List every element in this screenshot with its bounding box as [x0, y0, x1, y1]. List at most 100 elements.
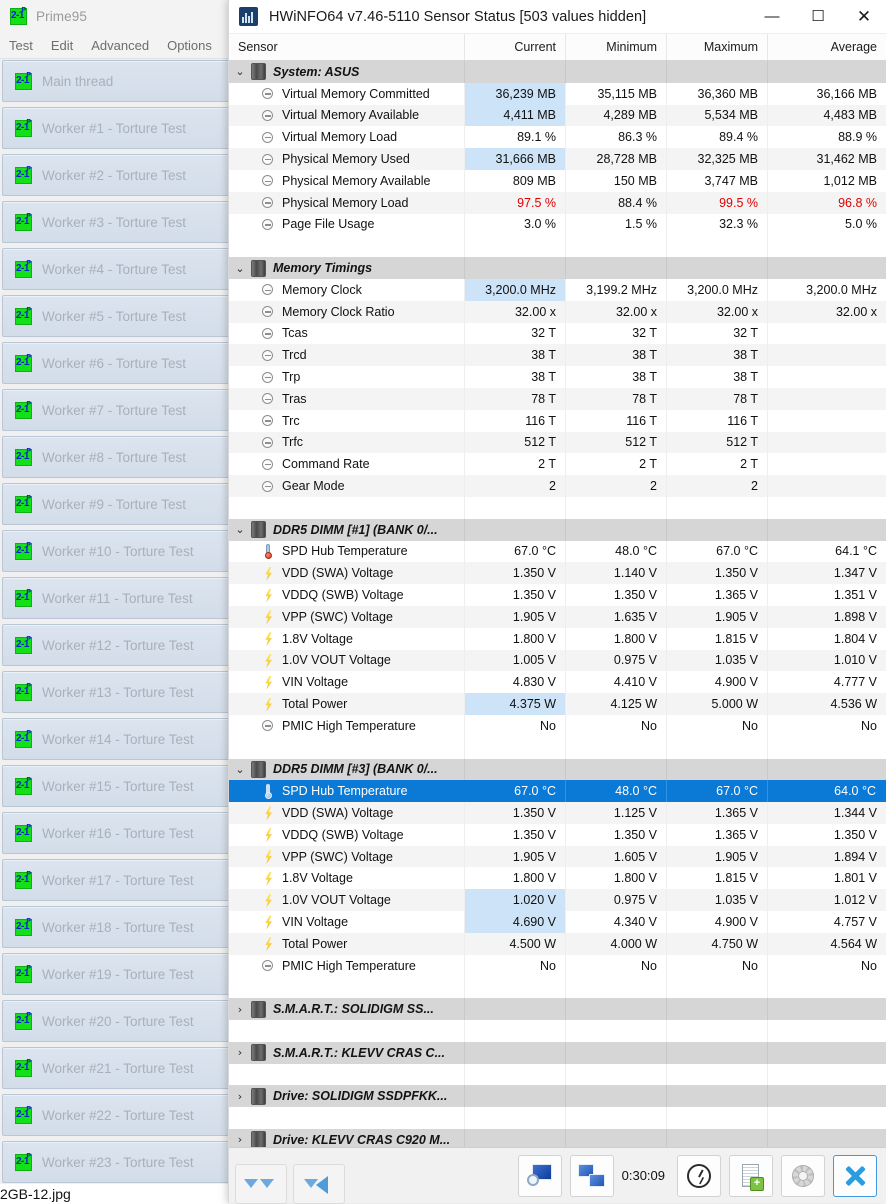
- sensor-row[interactable]: VDDQ (SWB) Voltage 1.350 V 1.350 V 1.365 V1…: [229, 584, 886, 606]
- sensor-row[interactable]: Trc 116 T 116 T 116 T: [229, 409, 886, 432]
- sensor-row[interactable]: Gear Mode 2 2 2: [229, 475, 886, 497]
- nav-back-button[interactable]: [293, 1163, 345, 1204]
- prime95-worker-row[interactable]: Worker #6 - Torture Test: [2, 342, 230, 384]
- sensor-row[interactable]: 1.8V Voltage 1.800 V 1.800 V 1.815 V 1.804 V: [229, 627, 886, 650]
- sensor-row[interactable]: Memory Clock 3,200.0 MHz 3,199.2 MHz 3,200.…: [229, 278, 886, 301]
- sensor-row[interactable]: VIN Voltage 4.690 V 4.340 V 4.900 V 4.757 V: [229, 911, 886, 933]
- sensor-row[interactable]: PMIC High Temperature No No No No: [229, 954, 886, 977]
- sensor-row[interactable]: Physical Memory Load 97.5 % 88.4 % 99.5 % 96…: [229, 191, 886, 214]
- nav-forward-button[interactable]: [235, 1163, 287, 1204]
- sensor-row[interactable]: Trfc 512 T 512 T 512 T: [229, 431, 886, 454]
- sensor-row[interactable]: VPP (SWC) Voltage 1.905 V 1.635 V 1.905 V 1.…: [229, 605, 886, 628]
- chevron-down-icon[interactable]: ⌄: [229, 263, 251, 274]
- prime95-main-thread-row[interactable]: Main thread: [2, 60, 230, 102]
- prime95-worker-row[interactable]: Worker #18 - Torture Test: [2, 906, 230, 948]
- sensor-row[interactable]: VDDQ (SWB) Voltage 1.350 V 1.350 V 1.365 V1…: [229, 823, 886, 846]
- menu-item-advanced[interactable]: Advanced: [82, 38, 158, 53]
- column-header-minimum[interactable]: Minimum: [566, 34, 667, 60]
- sensor-group-header[interactable]: › S.M.A.R.T.: KLEVV CRAS C...: [229, 1041, 886, 1064]
- sensor-row[interactable]: 1.0V VOUT Voltage 1.005 V 0.975 V 1.035 V 1.…: [229, 649, 886, 672]
- sensor-group-header[interactable]: ⌄ DDR5 DIMM [#3] (BANK 0/...: [229, 758, 886, 781]
- sensor-row[interactable]: VDD (SWA) Voltage 1.350 V 1.125 V 1.365 V 1.…: [229, 802, 886, 824]
- prime95-worker-row[interactable]: Worker #12 - Torture Test: [2, 624, 230, 666]
- column-header-maximum[interactable]: Maximum: [667, 34, 768, 60]
- prime95-worker-row[interactable]: Worker #15 - Torture Test: [2, 765, 230, 807]
- sensor-row[interactable]: Trcd 38 T 38 T 38 T: [229, 344, 886, 367]
- prime95-worker-row[interactable]: Worker #22 - Torture Test: [2, 1094, 230, 1136]
- prime95-worker-row[interactable]: Worker #13 - Torture Test: [2, 671, 230, 713]
- configure-button[interactable]: [781, 1154, 825, 1197]
- prime95-menubar[interactable]: Test Edit Advanced Options: [0, 32, 232, 59]
- prime95-worker-row[interactable]: Worker #23 - Torture Test: [2, 1141, 230, 1183]
- menu-item-edit[interactable]: Edit: [42, 38, 82, 53]
- sensor-group-header[interactable]: ⌄ System: ASUS: [229, 61, 886, 83]
- sensor-row[interactable]: VDD (SWA) Voltage 1.350 V 1.140 V 1.350 V 1.…: [229, 562, 886, 585]
- sensor-row[interactable]: Total Power 4.375 W 4.125 W 5.000 W 4.536 W: [229, 693, 886, 715]
- prime95-worker-row[interactable]: Worker #4 - Torture Test: [2, 248, 230, 290]
- sensor-row[interactable]: Physical Memory Used 31,666 MB 28,728 MB 32…: [229, 148, 886, 170]
- sensor-row[interactable]: Memory Clock Ratio 32.00 x 32.00 x 32.00 x3…: [229, 300, 886, 323]
- chevron-down-icon[interactable]: ⌄: [229, 66, 251, 77]
- sensor-row[interactable]: Tras 78 T 78 T 78 T: [229, 387, 886, 410]
- prime95-worker-row[interactable]: Worker #11 - Torture Test: [2, 577, 230, 619]
- sensor-row[interactable]: Command Rate 2 T2 T2 T: [229, 453, 886, 476]
- prime95-worker-row[interactable]: Worker #20 - Torture Test: [2, 1000, 230, 1042]
- chevron-right-icon[interactable]: ›: [229, 1134, 251, 1145]
- prime95-worker-row[interactable]: Worker #2 - Torture Test: [2, 154, 230, 196]
- prime95-worker-row[interactable]: Worker #3 - Torture Test: [2, 201, 230, 243]
- sensor-group-header[interactable]: › Drive: SOLIDIGM SSDPFKK...: [229, 1085, 886, 1108]
- reset-timer-button[interactable]: [677, 1154, 721, 1197]
- sensor-row[interactable]: Virtual Memory Committed 36,239 MB 35,115 …: [229, 82, 886, 105]
- sensor-row[interactable]: VPP (SWC) Voltage 1.905 V 1.605 V 1.905 V 1.…: [229, 845, 886, 868]
- close-window-button[interactable]: ✕: [841, 0, 886, 33]
- remote-monitor-button[interactable]: [569, 1154, 614, 1197]
- sensor-group-header[interactable]: ⌄ DDR5 DIMM [#1] (BANK 0/...: [229, 518, 886, 541]
- prime95-worker-row[interactable]: Worker #5 - Torture Test: [2, 295, 230, 337]
- menu-item-options[interactable]: Options: [158, 38, 221, 53]
- sensor-row[interactable]: 1.8V Voltage 1.800 V 1.800 V 1.815 V 1.801 V: [229, 867, 886, 890]
- minimize-button[interactable]: —: [749, 0, 795, 33]
- sensor-setup-button[interactable]: [517, 1154, 562, 1197]
- prime95-worker-row[interactable]: Worker #21 - Torture Test: [2, 1047, 230, 1089]
- sensor-row[interactable]: 1.0V VOUT Voltage 1.020 V 0.975 V 1.035 V 1.…: [229, 889, 886, 912]
- sensor-row[interactable]: Virtual Memory Available 4,411 MB 4,289 MB…: [229, 104, 886, 127]
- column-header-current[interactable]: Current: [465, 34, 566, 60]
- prime95-worker-row[interactable]: Worker #7 - Torture Test: [2, 389, 230, 431]
- sensor-group-header[interactable]: › Drive: KLEVV CRAS C920 M...: [229, 1129, 886, 1147]
- prime95-worker-row[interactable]: Worker #17 - Torture Test: [2, 859, 230, 901]
- sensor-row[interactable]: PMIC High Temperature No No No No: [229, 714, 886, 737]
- sensor-row[interactable]: Tcas 32 T 32 T 32 T: [229, 322, 886, 345]
- close-button[interactable]: [833, 1154, 877, 1197]
- sensor-row[interactable]: VIN Voltage 4.830 V 4.410 V 4.900 V 4.777 V: [229, 671, 886, 694]
- prime95-worker-row[interactable]: Worker #10 - Torture Test: [2, 530, 230, 572]
- sensor-row[interactable]: Physical Memory Available 809 MB 150 MB 3,7…: [229, 169, 886, 192]
- chevron-down-icon[interactable]: ⌄: [229, 524, 251, 535]
- column-header-sensor[interactable]: Sensor: [229, 34, 465, 60]
- hwinfo-titlebar[interactable]: HWiNFO64 v7.46-5110 Sensor Status [503 v…: [229, 0, 886, 34]
- screen-root: Prime95 Test Edit Advanced Options Main …: [0, 0, 886, 1204]
- prime95-worker-row[interactable]: Worker #14 - Torture Test: [2, 718, 230, 760]
- sensor-row[interactable]: SPD Hub Temperature 67.0 °C 48.0 °C 67.0 °C…: [229, 780, 886, 803]
- chevron-right-icon[interactable]: ›: [229, 1091, 251, 1102]
- logging-button[interactable]: [729, 1154, 773, 1197]
- maximize-button[interactable]: ☐: [795, 0, 841, 33]
- sensor-group-header[interactable]: ⌄ Memory Timings: [229, 257, 886, 279]
- prime95-worker-row[interactable]: Worker #19 - Torture Test: [2, 953, 230, 995]
- column-header-average[interactable]: Average: [768, 34, 886, 60]
- menu-item-test[interactable]: Test: [0, 38, 42, 53]
- prime95-worker-row[interactable]: Worker #16 - Torture Test: [2, 812, 230, 854]
- prime95-worker-row[interactable]: Worker #1 - Torture Test: [2, 107, 230, 149]
- sensor-row[interactable]: Page File Usage 3.0 % 1.5 % 32.3 % 5.0 %: [229, 213, 886, 236]
- sensor-table-body[interactable]: ⌄ System: ASUS Virtual Memory Committed 36,…: [229, 61, 886, 1147]
- chevron-right-icon[interactable]: ›: [229, 1004, 251, 1015]
- sensor-row[interactable]: Trp 38 T 38 T 38 T: [229, 366, 886, 388]
- chevron-down-icon[interactable]: ⌄: [229, 764, 251, 775]
- sensor-group-header[interactable]: › S.M.A.R.T.: SOLIDIGM SS...: [229, 998, 886, 1021]
- sensor-row[interactable]: Total Power 4.500 W 4.000 W 4.750 W 4.564 W: [229, 932, 886, 955]
- sensor-row[interactable]: Virtual Memory Load 89.1 % 86.3 % 89.4 % 88.…: [229, 126, 886, 149]
- prime95-worker-row[interactable]: Worker #8 - Torture Test: [2, 436, 230, 478]
- prime95-worker-list[interactable]: Main thread Worker #1 - Torture Test Worke…: [0, 60, 232, 1186]
- prime95-worker-row[interactable]: Worker #9 - Torture Test: [2, 483, 230, 525]
- chevron-right-icon[interactable]: ›: [229, 1047, 251, 1058]
- sensor-row[interactable]: SPD Hub Temperature 67.0 °C 48.0 °C 67.0 °C…: [229, 540, 886, 563]
